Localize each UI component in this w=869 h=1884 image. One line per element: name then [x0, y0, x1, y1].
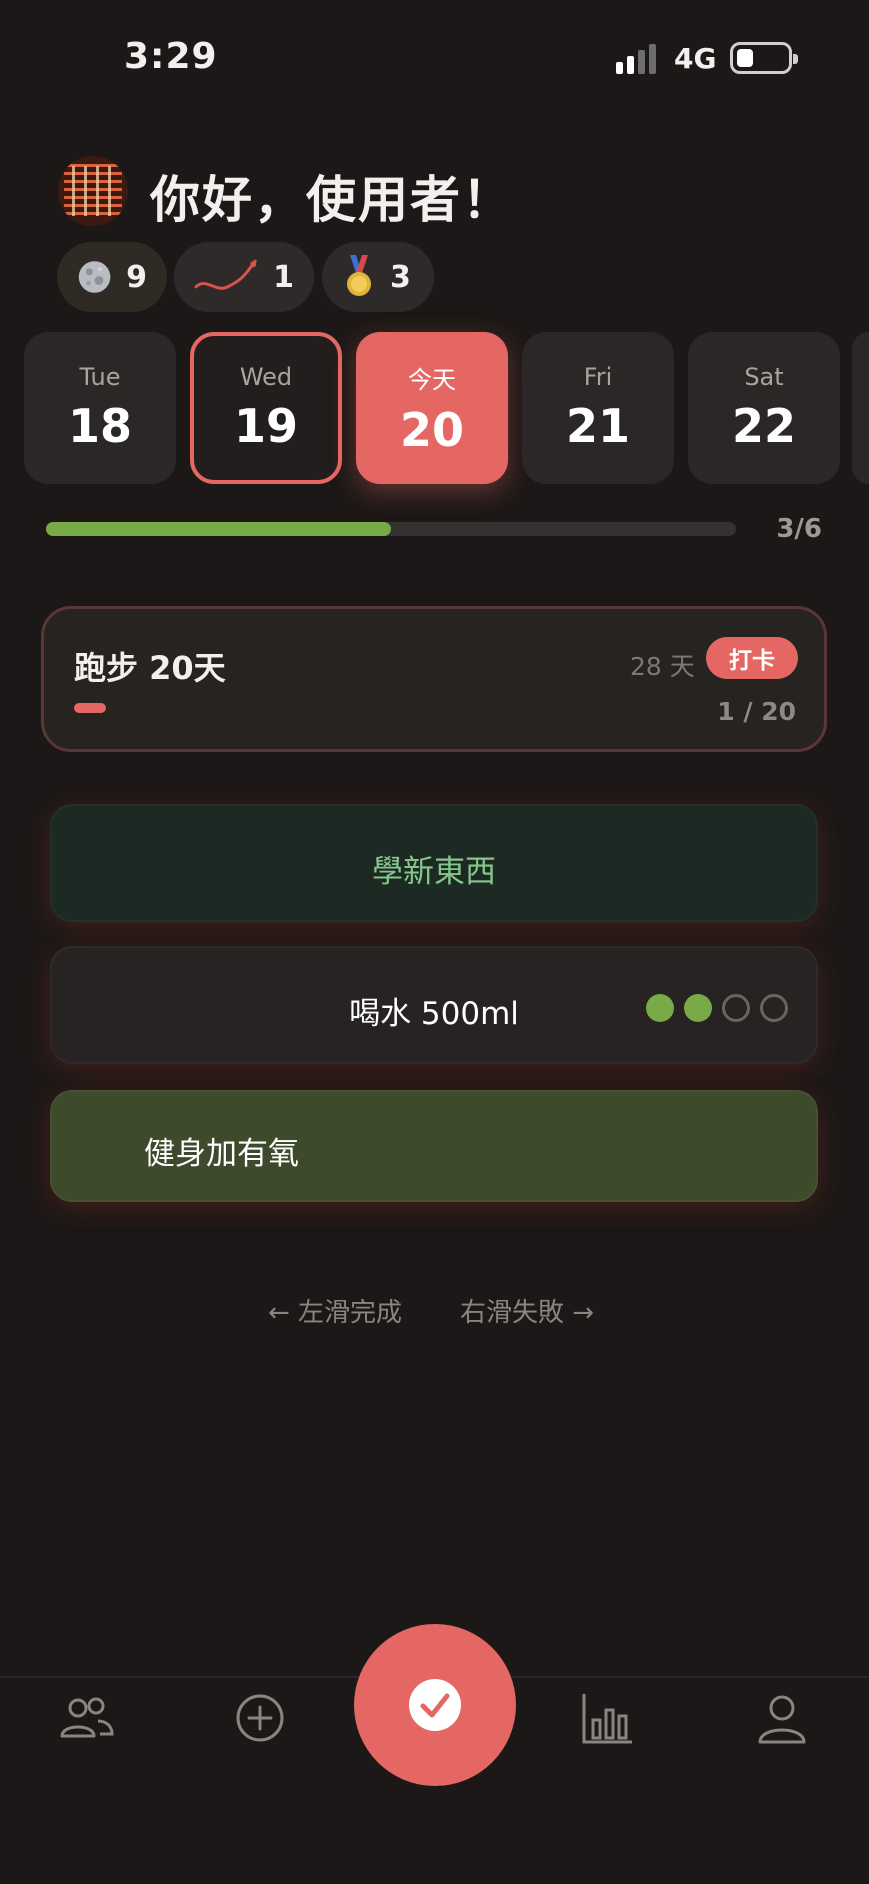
habit-card-water[interactable]: 喝水 500ml — [50, 946, 818, 1064]
daily-progress-fill — [46, 522, 391, 536]
snake-count: 1 — [273, 259, 294, 295]
day-number: 21 — [565, 399, 630, 453]
day-number: 18 — [67, 399, 132, 453]
avatar[interactable] — [58, 156, 128, 226]
day-name: Tue — [79, 363, 121, 391]
challenge-count: 1 / 20 — [717, 697, 796, 726]
day-name: Sat — [744, 363, 784, 391]
stat-pill-medal[interactable]: 3 — [322, 242, 434, 312]
day-name: Fri — [583, 363, 613, 391]
day-name: Wed — [239, 363, 293, 391]
signal-icon — [616, 44, 656, 74]
habit-card-fitness[interactable]: 健身加有氧 — [50, 1090, 818, 1202]
day-card-today[interactable]: 今天 20 — [356, 332, 508, 484]
habit-card-learn[interactable]: 學新東西 — [50, 804, 818, 922]
check-icon — [409, 1679, 461, 1731]
people-icon[interactable] — [58, 1690, 114, 1746]
snake-icon — [194, 259, 257, 290]
day-card-fri[interactable]: Fri 21 — [522, 332, 674, 484]
chart-icon[interactable] — [580, 1690, 636, 1746]
stat-pill-moon[interactable]: 9 — [57, 242, 167, 312]
day-card-next-partial[interactable] — [852, 332, 869, 484]
habit-label: 健身加有氧 — [144, 1136, 299, 1172]
swipe-right-hint: 右滑失敗 → — [460, 1298, 595, 1328]
day-number: 19 — [233, 399, 298, 453]
swipe-left-hint: ← 左滑完成 — [268, 1298, 403, 1328]
day-card-wed[interactable]: Wed 19 — [190, 332, 342, 484]
challenge-progress-bar — [74, 703, 106, 713]
checkin-fab-button[interactable] — [354, 1624, 516, 1786]
day-number: 20 — [399, 402, 464, 457]
greeting-title: 你好，使用者！ — [150, 171, 514, 229]
day-name: 今天 — [408, 365, 456, 394]
moon-count: 9 — [126, 259, 147, 295]
add-icon[interactable] — [232, 1690, 288, 1746]
challenge-days-left: 28 天 — [630, 652, 695, 681]
avatar-image — [58, 156, 128, 226]
challenge-title: 跑步 20天 — [74, 649, 226, 687]
daily-progress-label: 3/6 — [776, 514, 822, 544]
habit-label: 學新東西 — [372, 854, 496, 890]
day-number: 22 — [731, 399, 796, 453]
water-dot-4 — [760, 994, 788, 1022]
water-dot-1 — [646, 994, 674, 1022]
network-label: 4G — [674, 42, 717, 75]
challenge-card[interactable]: 跑步 20天 28 天 打卡 1 / 20 — [41, 606, 827, 752]
medal-count: 3 — [390, 259, 411, 295]
stat-pill-snake[interactable]: 1 — [174, 242, 314, 312]
medal-icon — [347, 255, 371, 296]
checkin-button[interactable]: 打卡 — [706, 637, 798, 679]
profile-icon[interactable] — [754, 1690, 810, 1746]
water-dot-2 — [684, 994, 712, 1022]
water-dot-3 — [722, 994, 750, 1022]
day-card-tue[interactable]: Tue 18 — [24, 332, 176, 484]
battery-icon — [730, 42, 798, 74]
moon-icon — [78, 261, 111, 293]
status-time: 3:29 — [124, 36, 218, 77]
day-card-sat[interactable]: Sat 22 — [688, 332, 840, 484]
